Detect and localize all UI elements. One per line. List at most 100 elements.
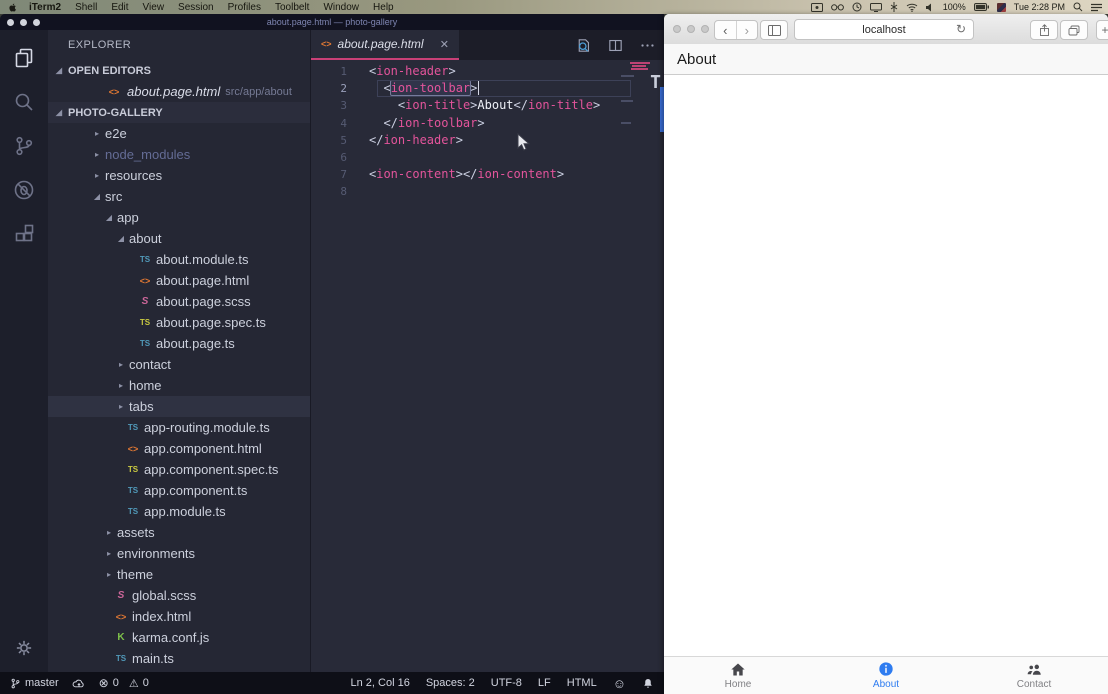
menu-shell[interactable]: Shell [68, 2, 104, 13]
safari-traffic-lights[interactable] [673, 25, 709, 33]
code-line-4[interactable]: 4 </ion-toolbar> [311, 115, 664, 132]
address-bar[interactable]: localhost ↻ [794, 19, 974, 40]
sidebar-toggle-button[interactable] [760, 20, 788, 40]
menu-edit[interactable]: Edit [104, 2, 135, 13]
keyboard-brightness-icon[interactable] [890, 2, 898, 12]
status-item[interactable]: UTF-8 [491, 677, 522, 689]
explorer-icon[interactable] [0, 36, 48, 80]
apple-menu-icon[interactable] [8, 2, 18, 13]
search-icon[interactable] [0, 80, 48, 124]
code-line-5[interactable]: 5</ion-header> [311, 132, 664, 149]
reload-icon[interactable]: ↻ [956, 22, 966, 36]
tree-item-about-module-ts[interactable]: TSabout.module.ts [48, 249, 310, 270]
editor-tab-about-page-html[interactable]: <> about.page.html ✕ [311, 30, 459, 60]
menu-profiles[interactable]: Profiles [221, 2, 268, 13]
status-item[interactable]: LF [538, 677, 551, 689]
vscode-titlebar[interactable]: about.page.html — photo-gallery [0, 14, 664, 30]
tree-item-label: app [117, 210, 139, 225]
code-area[interactable]: 1<ion-header>2 <ion-toolbar>3 <ion-title… [311, 60, 664, 672]
split-editor-icon[interactable] [607, 37, 624, 54]
sync-status[interactable] [72, 678, 86, 689]
close-window-button[interactable] [673, 25, 681, 33]
tree-item-tabs[interactable]: ▸tabs [48, 396, 310, 417]
code-line-7[interactable]: 7<ion-content></ion-content> [311, 166, 664, 183]
volume-icon[interactable] [926, 3, 935, 12]
menu-session[interactable]: Session [171, 2, 221, 13]
tree-item-about[interactable]: ◢about [48, 228, 310, 249]
tab-overview-button[interactable] [1060, 20, 1088, 40]
html-file-icon: <> [125, 444, 141, 454]
code-line-8[interactable]: 8 [311, 183, 664, 200]
menu-view[interactable]: View [136, 2, 172, 13]
tree-item-app-module-ts[interactable]: TSapp.module.ts [48, 501, 310, 522]
back-button[interactable]: ‹ [715, 21, 736, 39]
tree-item-resources[interactable]: ▸resources [48, 165, 310, 186]
tree-item-app-component-ts[interactable]: TSapp.component.ts [48, 480, 310, 501]
problems-status[interactable]: ⊗ 0 ⚠ 0 [99, 676, 149, 690]
menubar-app-icon[interactable] [997, 3, 1006, 12]
spotlight-icon[interactable] [1073, 2, 1083, 12]
tab-home[interactable]: Home [664, 657, 812, 694]
battery-icon[interactable] [974, 3, 989, 11]
tree-item-app-component-html[interactable]: <>app.component.html [48, 438, 310, 459]
tree-item-label: theme [117, 567, 153, 582]
notifications-bell-icon[interactable] [642, 677, 654, 690]
wifi-icon[interactable] [906, 3, 918, 12]
menu-window[interactable]: Window [316, 2, 366, 13]
open-preview-icon[interactable] [575, 37, 592, 54]
tree-item-home[interactable]: ▸home [48, 375, 310, 396]
tree-item-assets[interactable]: ▸assets [48, 522, 310, 543]
tree-item-app-component-spec-ts[interactable]: TSapp.component.spec.ts [48, 459, 310, 480]
tree-item-karma-conf-js[interactable]: Kkarma.conf.js [48, 627, 310, 648]
tab-about[interactable]: About [812, 657, 960, 694]
tree-item-about-page-spec-ts[interactable]: TSabout.page.spec.ts [48, 312, 310, 333]
source-control-icon[interactable] [0, 124, 48, 168]
tree-item-node-modules[interactable]: ▸node_modules [48, 144, 310, 165]
tree-item-app-routing-module-ts[interactable]: TSapp-routing.module.ts [48, 417, 310, 438]
forward-button[interactable]: › [736, 21, 758, 39]
notification-center-icon[interactable] [1091, 3, 1102, 12]
settings-gear-icon[interactable] [0, 630, 48, 666]
tree-item-global-scss[interactable]: Sglobal.scss [48, 585, 310, 606]
debug-icon[interactable] [0, 168, 48, 212]
open-editors-section[interactable]: ◢ OPEN EDITORS [48, 60, 310, 81]
new-tab-button[interactable]: + [1096, 20, 1108, 40]
tree-item-src[interactable]: ◢src [48, 186, 310, 207]
display-icon[interactable] [870, 3, 882, 12]
status-item[interactable]: Spaces: 2 [426, 677, 475, 689]
code-line-2[interactable]: 2 <ion-toolbar> [311, 80, 664, 97]
tree-item-theme[interactable]: ▸theme [48, 564, 310, 585]
code-line-1[interactable]: 1<ion-header> [311, 63, 664, 80]
menu-iterm2[interactable]: iTerm2 [22, 2, 68, 13]
git-branch-status[interactable]: master [10, 677, 59, 690]
time-machine-icon[interactable] [852, 2, 862, 12]
tab-contact[interactable]: Contact [960, 657, 1108, 694]
tree-item-about-page-ts[interactable]: TSabout.page.ts [48, 333, 310, 354]
screen-record-icon[interactable] [811, 3, 823, 12]
glasses-icon[interactable] [831, 3, 844, 11]
tree-item-index-html[interactable]: <>index.html [48, 606, 310, 627]
tree-item-app[interactable]: ◢app [48, 207, 310, 228]
zoom-window-button[interactable] [701, 25, 709, 33]
status-item[interactable]: HTML [567, 677, 597, 689]
tree-item-e2e[interactable]: ▸e2e [48, 123, 310, 144]
minimize-window-button[interactable] [687, 25, 695, 33]
tab-close-icon[interactable]: ✕ [440, 38, 449, 51]
menubar-clock[interactable]: Tue 2:28 PM [1014, 2, 1065, 12]
tree-item-contact[interactable]: ▸contact [48, 354, 310, 375]
status-item[interactable]: Ln 2, Col 16 [351, 677, 410, 689]
tree-item-about-page-html[interactable]: <>about.page.html [48, 270, 310, 291]
share-button[interactable] [1030, 20, 1058, 40]
project-section[interactable]: ◢ PHOTO-GALLERY [48, 102, 310, 123]
code-line-6[interactable]: 6 [311, 149, 664, 166]
tree-item-about-page-scss[interactable]: Sabout.page.scss [48, 291, 310, 312]
open-editor-item[interactable]: <> about.page.html src/app/about [48, 81, 310, 102]
menu-help[interactable]: Help [366, 2, 401, 13]
menu-toolbelt[interactable]: Toolbelt [268, 2, 316, 13]
extensions-icon[interactable] [0, 212, 48, 256]
more-actions-icon[interactable] [639, 37, 656, 54]
feedback-smiley-icon[interactable]: ☺ [613, 676, 626, 691]
tree-item-environments[interactable]: ▸environments [48, 543, 310, 564]
tree-item-main-ts[interactable]: TSmain.ts [48, 648, 310, 669]
code-line-3[interactable]: 3 <ion-title>About</ion-title> [311, 97, 664, 114]
